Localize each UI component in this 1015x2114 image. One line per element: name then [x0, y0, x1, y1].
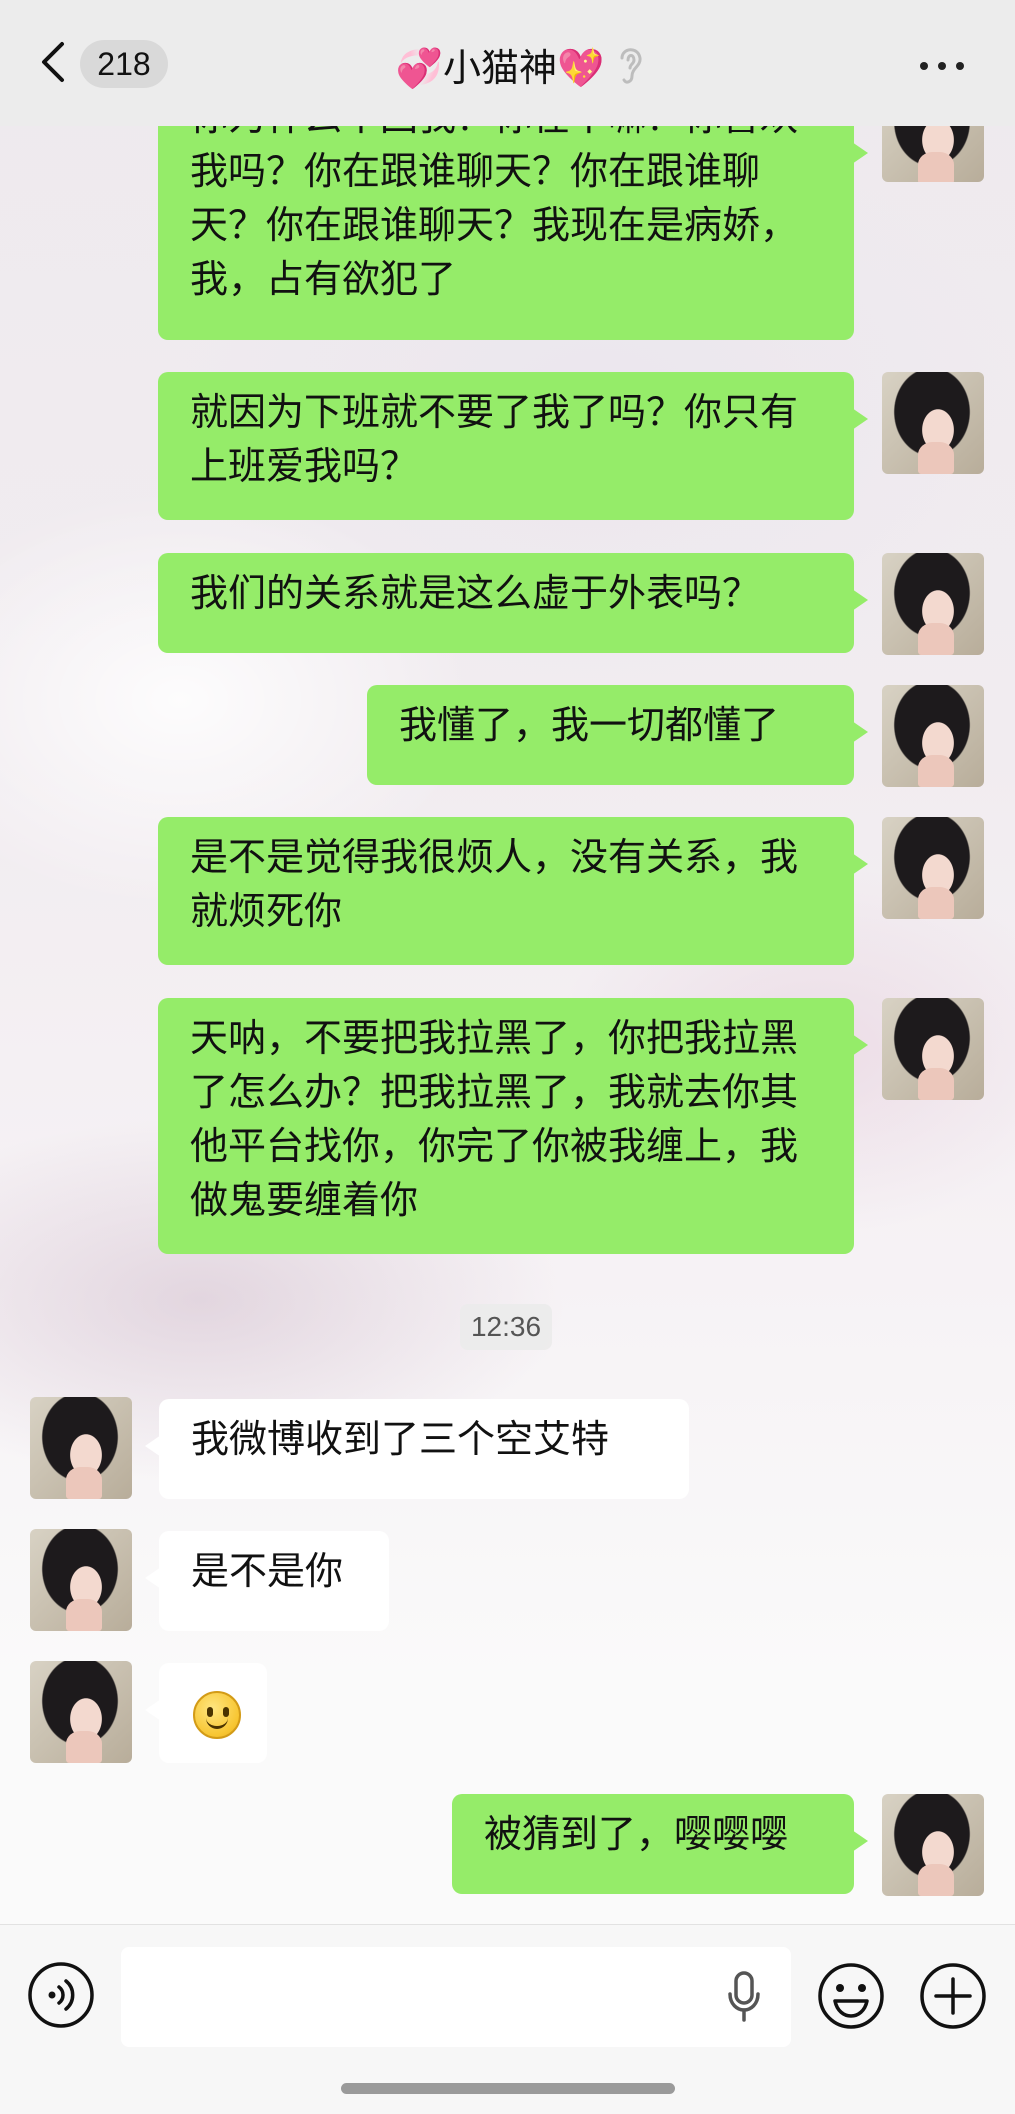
home-indicator[interactable]	[341, 2083, 675, 2094]
message-text: 被猜到了，嘤嘤嘤	[484, 1812, 789, 1856]
more-functions-button[interactable]	[918, 1961, 988, 2031]
my-avatar[interactable]	[882, 817, 984, 919]
message-bubble-sent[interactable]: 我懂了，我一切都懂了	[367, 685, 868, 785]
mic-icon[interactable]	[727, 1970, 761, 2024]
smile-emoji-icon	[193, 1691, 241, 1739]
back-button[interactable]	[36, 38, 70, 86]
message-text: 是不是你	[191, 1549, 344, 1593]
voice-mode-button[interactable]	[27, 1961, 95, 2029]
message-bubble-sent[interactable]: 被猜到了，嘤嘤嘤	[452, 1794, 868, 1894]
message-input[interactable]	[121, 1947, 791, 2047]
message-bubble-received[interactable]: 我微博收到了三个空艾特	[145, 1399, 689, 1499]
message-timestamp: 12:36	[460, 1304, 552, 1350]
contact-avatar[interactable]	[30, 1397, 132, 1499]
emoji-icon	[818, 1963, 884, 2029]
message-text: 是不是觉得我很烦人，没有关系，我就烦死你	[190, 835, 799, 933]
message-bubble-sent[interactable]: 你为什么不回我？你在干嘛？你喜欢我吗？你在跟谁聊天？你在跟谁聊天？你在跟谁聊天？…	[158, 95, 868, 340]
more-dots-icon	[920, 62, 928, 70]
message-text: 我懂了，我一切都懂了	[399, 703, 780, 747]
message-bubble-sent[interactable]: 我们的关系就是这么虚于外表吗？	[158, 553, 868, 653]
my-avatar[interactable]	[882, 998, 984, 1100]
my-avatar[interactable]	[882, 1794, 984, 1896]
message-text: 就因为下班就不要了我了吗？你只有上班爱我吗？	[190, 390, 799, 488]
message-text: 我们的关系就是这么虚于外表吗？	[190, 571, 761, 615]
message-bubble-received[interactable]: 是不是你	[145, 1531, 389, 1631]
contact-avatar[interactable]	[30, 1529, 132, 1631]
my-avatar[interactable]	[882, 685, 984, 787]
plus-icon	[920, 1963, 986, 2029]
voice-icon	[28, 1962, 94, 2028]
message-text: 我微博收到了三个空艾特	[191, 1417, 610, 1461]
emoji-button[interactable]	[816, 1961, 886, 2031]
message-bubble-sent[interactable]: 就因为下班就不要了我了吗？你只有上班爱我吗？	[158, 372, 868, 520]
unread-count-badge[interactable]: 218	[80, 40, 168, 88]
contact-avatar[interactable]	[30, 1661, 132, 1763]
message-bubble-sent[interactable]: 天呐，不要把我拉黑了，你把我拉黑了怎么办？把我拉黑了，我就去你其他平台找你，你完…	[158, 998, 868, 1254]
chat-title[interactable]: 💞小猫神💖	[340, 36, 660, 92]
chat-header: 218 💞小猫神💖	[0, 0, 1015, 126]
my-avatar[interactable]	[882, 372, 984, 474]
ear-icon	[614, 42, 646, 86]
chevron-left-icon	[42, 42, 64, 82]
message-text: 天呐，不要把我拉黑了，你把我拉黑了怎么办？把我拉黑了，我就去你其他平台找你，你完…	[190, 1016, 799, 1222]
more-options-button[interactable]	[918, 46, 966, 82]
message-bubble-sent[interactable]: 是不是觉得我很烦人，没有关系，我就烦死你	[158, 817, 868, 965]
my-avatar[interactable]	[882, 553, 984, 655]
message-bubble-received[interactable]	[145, 1663, 267, 1763]
